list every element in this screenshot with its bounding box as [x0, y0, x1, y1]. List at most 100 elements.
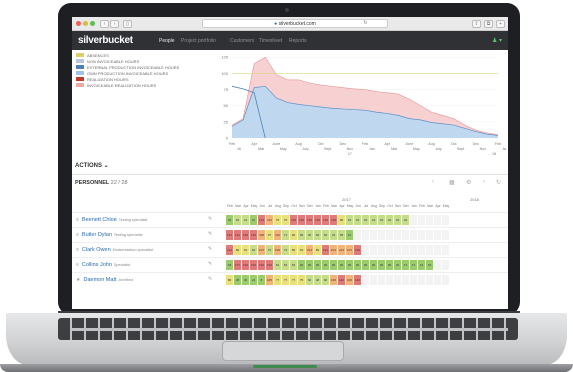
allocation-cell[interactable]	[402, 245, 409, 255]
allocation-cell[interactable]: 71	[282, 245, 289, 255]
allocation-cell[interactable]: 140	[314, 215, 321, 225]
table-row[interactable]: ★ Daemon Matt Architect ✎ 80 38 30 24 8 105 77 77 77…	[72, 272, 508, 286]
person-name[interactable]: Butler Dylan	[82, 232, 112, 238]
nav-project-portfolio[interactable]: Project portfolio	[181, 38, 216, 44]
allocation-cell[interactable]	[410, 215, 417, 225]
allocation-cell[interactable]: 140	[290, 215, 297, 225]
allocation-cell[interactable]: 43	[394, 215, 401, 225]
allocation-cell[interactable]	[386, 275, 393, 285]
allocation-cell[interactable]: 80	[226, 275, 233, 285]
allocation-cell[interactable]: 54	[290, 260, 297, 270]
edit-icon[interactable]: ✎	[208, 216, 212, 222]
allocation-cell[interactable]: 38	[234, 275, 241, 285]
table-row[interactable]: ≡ Beenett Chloe Testing specialist ✎ 32 62 41 3…	[72, 212, 508, 226]
share-icon[interactable]: ⇪	[472, 20, 481, 28]
edit-icon[interactable]: ✎	[208, 261, 212, 267]
allocation-cell[interactable]	[418, 245, 425, 255]
edit-icon[interactable]: ✎	[208, 276, 212, 282]
allocation-cell[interactable]	[386, 230, 393, 240]
allocation-cell[interactable]	[370, 275, 377, 285]
allocation-cell[interactable]: 113	[338, 245, 345, 255]
allocation-cell[interactable]: 91	[298, 245, 305, 255]
allocation-cell[interactable]: 101	[306, 245, 313, 255]
allocation-cell[interactable]: 181	[226, 230, 233, 240]
allocation-cell[interactable]	[394, 230, 401, 240]
allocation-cell[interactable]: 22	[394, 260, 401, 270]
legend-item[interactable]: Own production invoiceable hours	[76, 70, 179, 76]
allocation-cell[interactable]: 10	[426, 260, 433, 270]
table-row[interactable]: ≡ Collins John Specialist ✎ 18 177 140 140 140 14…	[72, 257, 508, 271]
allocation-cell[interactable]: 70	[266, 245, 273, 255]
allocation-cell[interactable]: 43	[330, 230, 337, 240]
allocation-cell[interactable]: 20	[298, 260, 305, 270]
table-row[interactable]: ≡ Butler Dylan Testing specialist ✎ 181 142 16…	[72, 227, 508, 241]
allocation-cell[interactable]: 37	[250, 215, 257, 225]
allocation-cell[interactable]	[434, 245, 441, 255]
actions-toggle[interactable]: ACTIONS ⌄	[75, 162, 109, 169]
allocation-cell[interactable]: 42	[386, 215, 393, 225]
allocation-cell[interactable]	[426, 230, 433, 240]
add-tab-icon[interactable]: +	[496, 20, 505, 28]
person-name[interactable]: Daemon Matt	[83, 277, 116, 283]
allocation-cell[interactable]: 140	[322, 215, 329, 225]
allocation-cell[interactable]	[402, 275, 409, 285]
allocation-cell[interactable]	[410, 230, 417, 240]
allocation-cell[interactable]: 121	[322, 245, 329, 255]
allocation-cell[interactable]: 43	[362, 215, 369, 225]
allocation-cell[interactable]: 77	[274, 275, 281, 285]
allocation-cell[interactable]: 97	[266, 230, 273, 240]
allocation-cell[interactable]	[402, 230, 409, 240]
allocation-cell[interactable]: 60	[306, 275, 313, 285]
allocation-cell[interactable]: 18	[226, 260, 233, 270]
allocation-cell[interactable]	[442, 275, 449, 285]
settings-icon[interactable]: ⚙	[466, 179, 471, 186]
refresh-icon[interactable]: ↻	[496, 179, 501, 186]
allocation-cell[interactable]: 140	[298, 215, 305, 225]
allocation-cell[interactable]: 54	[274, 260, 281, 270]
allocation-cell[interactable]	[410, 245, 417, 255]
allocation-cell[interactable]: 160	[242, 230, 249, 240]
edit-icon[interactable]: ✎	[208, 246, 212, 252]
allocation-cell[interactable]: 86	[290, 245, 297, 255]
allocation-cell[interactable]: 77	[290, 275, 297, 285]
allocation-cell[interactable]: 40	[306, 230, 313, 240]
close-dot-icon[interactable]	[76, 21, 81, 26]
allocation-cell[interactable]: 100	[346, 275, 353, 285]
nav-timesheet[interactable]: Timesheet	[259, 38, 282, 44]
allocation-cell[interactable]	[394, 245, 401, 255]
nav-people[interactable]: People	[159, 38, 175, 44]
allocation-cell[interactable]: 30	[242, 275, 249, 285]
person-name[interactable]: Beenett Chloe	[82, 217, 117, 223]
allocation-cell[interactable]	[418, 275, 425, 285]
allocation-cell[interactable]: 100	[274, 245, 281, 255]
tabs-icon[interactable]: ⧉	[484, 20, 493, 28]
back-icon[interactable]: ‹	[100, 20, 109, 28]
allocation-cell[interactable]: 107	[258, 245, 265, 255]
allocation-cell[interactable]: 8	[258, 275, 265, 285]
allocation-cell[interactable]	[378, 275, 385, 285]
allocation-cell[interactable]	[434, 275, 441, 285]
allocation-cell[interactable]: 89	[314, 245, 321, 255]
allocation-cell[interactable]: 20	[314, 260, 321, 270]
allocation-cell[interactable]: 48	[314, 275, 321, 285]
next-icon[interactable]: ›	[483, 179, 485, 185]
allocation-cell[interactable]	[410, 275, 417, 285]
minimize-dot-icon[interactable]	[83, 21, 88, 26]
allocation-cell[interactable]	[378, 230, 385, 240]
allocation-cell[interactable]	[442, 215, 449, 225]
allocation-cell[interactable]: 12	[346, 230, 353, 240]
allocation-cell[interactable]	[426, 275, 433, 285]
allocation-cell[interactable]: 17	[410, 260, 417, 270]
allocation-cell[interactable]	[442, 260, 449, 270]
allocation-cell[interactable]: 50	[322, 230, 329, 240]
prev-icon[interactable]: ‹	[432, 179, 434, 185]
allocation-cell[interactable]: 20	[322, 260, 329, 270]
allocation-cell[interactable]: 140	[266, 260, 273, 270]
allocation-cell[interactable]: 142	[234, 230, 241, 240]
allocation-cell[interactable]: 118	[258, 230, 265, 240]
allocation-cell[interactable]: 75	[274, 215, 281, 225]
reload-icon[interactable]: ↻	[361, 20, 370, 28]
allocation-cell[interactable]: 91	[242, 245, 249, 255]
allocation-cell[interactable]: 17	[402, 260, 409, 270]
allocation-cell[interactable]: 110	[274, 230, 281, 240]
